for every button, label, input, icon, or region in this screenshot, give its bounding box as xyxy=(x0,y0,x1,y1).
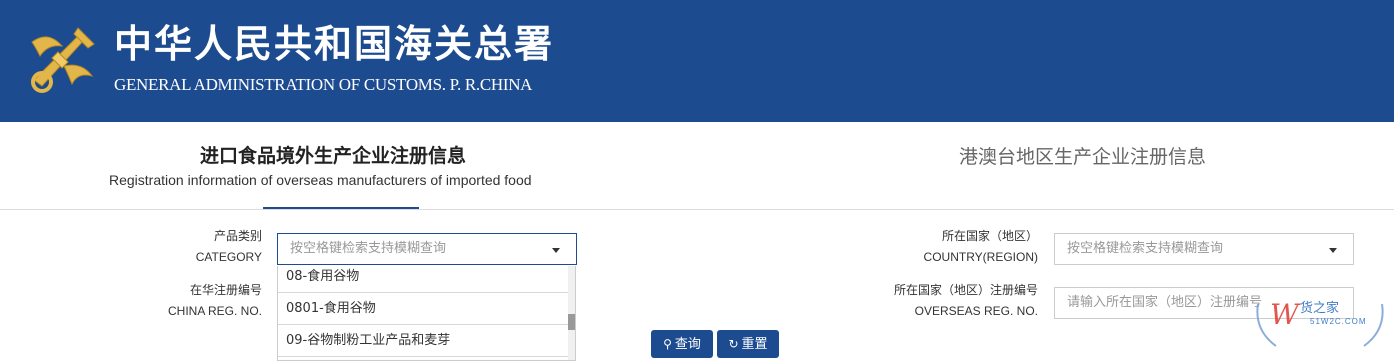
category-label-cn: 产品类别 xyxy=(213,229,262,243)
reset-button[interactable]: ↻ 重置 xyxy=(717,330,779,358)
country-placeholder: 按空格键检索支持模糊查询 xyxy=(1067,241,1224,256)
dropdown-scroll-thumb[interactable] xyxy=(568,314,575,330)
category-select[interactable]: 按空格键检索支持模糊查询 xyxy=(277,233,577,265)
watermark-text: 货之家 xyxy=(1300,301,1340,316)
customs-emblem-icon xyxy=(31,27,95,93)
overseas-reg-placeholder: 请输入所在国家（地区）注册编号 xyxy=(1067,295,1263,310)
site-header: 中华人民共和国海关总署 GENERAL ADMINISTRATION OF CU… xyxy=(0,0,1394,122)
category-label: 产品类别 CATEGORY xyxy=(150,226,262,268)
svg-text:W: W xyxy=(1270,298,1301,331)
category-label-en: CATEGORY xyxy=(195,250,262,264)
dropdown-option[interactable]: 09-谷物制粉工业产品和麦芽 xyxy=(278,326,568,357)
chevron-down-icon[interactable] xyxy=(552,248,560,253)
china-reg-label-en: CHINA REG. NO. xyxy=(167,304,262,318)
dropdown-option[interactable]: 08-食用谷物 xyxy=(278,266,568,293)
dropdown-option[interactable]: 0801-食用谷物 xyxy=(278,294,568,325)
overseas-reg-label: 所在国家（地区）注册编号 OVERSEAS REG. NO. xyxy=(860,280,1038,322)
country-label-cn: 所在国家（地区） xyxy=(941,229,1038,243)
search-button[interactable]: ⚲ 查询 xyxy=(651,330,713,358)
search-button-label: 查询 xyxy=(674,337,701,352)
reset-button-label: 重置 xyxy=(741,337,768,352)
country-select[interactable]: 按空格键检索支持模糊查询 xyxy=(1054,233,1354,265)
overseas-reg-label-cn: 所在国家（地区）注册编号 xyxy=(893,283,1038,297)
category-dropdown[interactable]: 08-食用谷物 0801-食用谷物 09-谷物制粉工业产品和麦芽 xyxy=(277,266,576,361)
overseas-reg-label-en: OVERSEAS REG. NO. xyxy=(914,304,1038,318)
tab-divider xyxy=(0,209,1394,210)
tab-overseas-manufacturers-en[interactable]: Registration information of overseas man… xyxy=(109,172,532,188)
watermark-sub: 51W2C.COM xyxy=(1310,317,1367,326)
china-reg-label-cn: 在华注册编号 xyxy=(189,283,262,297)
tab-overseas-manufacturers[interactable]: 进口食品境外生产企业注册信息 xyxy=(200,141,466,168)
header-title-en: GENERAL ADMINISTRATION OF CUSTOMS. P. R.… xyxy=(114,75,533,94)
country-label: 所在国家（地区） COUNTRY(REGION) xyxy=(880,226,1038,268)
search-icon: ⚲ xyxy=(663,337,672,351)
refresh-icon: ↻ xyxy=(728,337,739,351)
chevron-down-icon[interactable] xyxy=(1329,248,1337,253)
tab-hk-macao-taiwan[interactable]: 港澳台地区生产企业注册信息 xyxy=(959,142,1206,169)
header-title-cn: 中华人民共和国海关总署 xyxy=(114,21,555,66)
category-placeholder: 按空格键检索支持模糊查询 xyxy=(290,241,447,256)
china-reg-label: 在华注册编号 CHINA REG. NO. xyxy=(120,280,262,322)
country-label-en: COUNTRY(REGION) xyxy=(923,250,1038,264)
